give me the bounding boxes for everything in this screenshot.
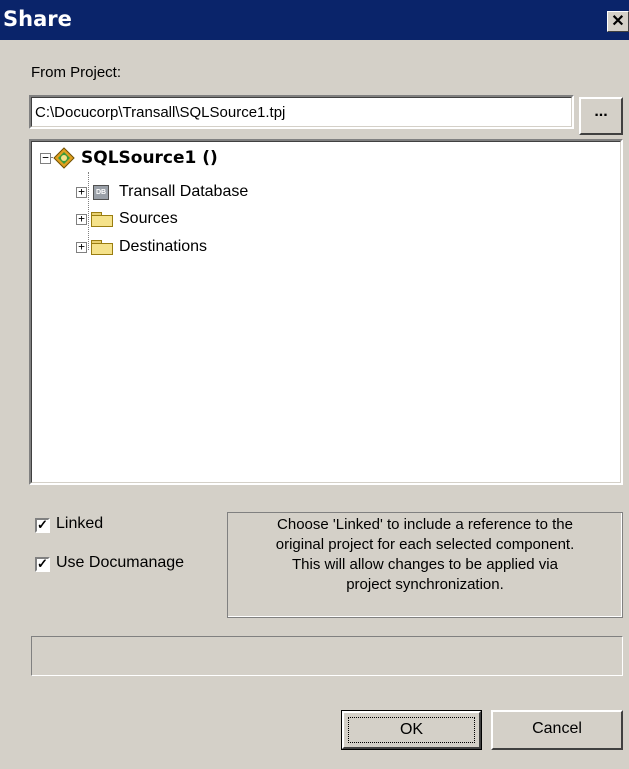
title-bar[interactable]: Share ✕	[0, 0, 629, 40]
tree-item-sources[interactable]: + Sources	[76, 210, 178, 228]
tree-root-label: SQLSource1 ()	[81, 148, 218, 168]
info-line-3: This will allow changes to be applied vi…	[292, 556, 558, 573]
project-path-value: C:\Docucorp\Transall\SQLSource1.tpj	[35, 104, 286, 121]
info-line-4: project synchronization.	[346, 576, 504, 593]
check-icon: ✓	[37, 556, 48, 571]
check-icon: ✓	[37, 517, 48, 532]
folder-icon	[91, 239, 113, 255]
tree-item-destinations[interactable]: + Destinations	[76, 238, 207, 256]
use-documanage-checkbox[interactable]: ✓	[35, 557, 50, 572]
expand-icon[interactable]: +	[76, 213, 87, 225]
linked-label[interactable]: Linked	[56, 515, 103, 533]
window-title: Share	[3, 7, 72, 31]
info-line-2: original project for each selected compo…	[275, 536, 575, 553]
tree-item-label: Transall Database	[119, 183, 249, 200]
folder-icon	[91, 211, 113, 227]
close-icon: ✕	[611, 13, 625, 30]
expand-icon[interactable]: +	[76, 241, 87, 253]
expand-icon[interactable]: +	[76, 186, 87, 198]
tree-item-transall-database[interactable]: + DB Transall Database	[76, 183, 248, 201]
project-path-input[interactable]: C:\Docucorp\Transall\SQLSource1.tpj	[29, 95, 574, 129]
status-box	[31, 636, 623, 676]
use-documanage-label[interactable]: Use Documanage	[56, 554, 184, 572]
project-tree[interactable]: − SQLSource1 () + DB Transall Database +…	[29, 139, 623, 485]
ok-button[interactable]: OK	[341, 710, 482, 750]
database-icon: DB	[93, 184, 109, 200]
linked-info-box: Choose 'Linked' to include a reference t…	[227, 512, 623, 618]
cancel-button[interactable]: Cancel	[491, 710, 623, 750]
linked-checkbox[interactable]: ✓	[35, 518, 50, 533]
info-line-1: Choose 'Linked' to include a reference t…	[277, 516, 573, 533]
tree-root-node[interactable]: − SQLSource1 ()	[40, 147, 218, 169]
ok-button-label: OK	[399, 721, 424, 738]
project-icon	[53, 147, 75, 169]
tree-item-label: Destinations	[119, 238, 208, 255]
browse-button[interactable]: ...	[579, 97, 623, 135]
collapse-icon[interactable]: −	[40, 152, 51, 164]
from-project-label: From Project:	[31, 64, 122, 81]
close-button[interactable]: ✕	[607, 11, 629, 32]
tree-item-label: Sources	[119, 210, 178, 227]
